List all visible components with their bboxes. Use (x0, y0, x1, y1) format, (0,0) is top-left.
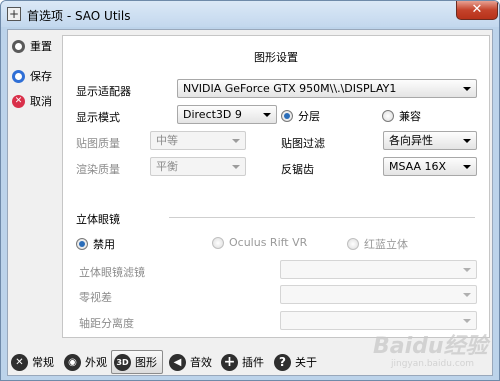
radio-stereo-disabled[interactable]: 禁用 (76, 236, 115, 252)
radio-dot-icon (281, 110, 293, 122)
display-mode-select[interactable]: Direct3D 9 (177, 105, 277, 124)
watermark-text: Baidu经验 (373, 334, 488, 359)
cancel-label: 取消 (30, 95, 52, 108)
texture-filter-label: 贴图过滤 (281, 137, 325, 150)
client-area: 重置 保存 ✕ 取消 图形设置 显示适配器 NVIDIA GeForce GTX… (7, 29, 493, 376)
reset-button[interactable]: 重置 (12, 38, 52, 54)
antialiasing-label: 反锯齿 (281, 163, 314, 176)
display-mode-label: 显示模式 (76, 111, 120, 124)
chevron-down-icon (463, 319, 471, 323)
texture-quality-label: 贴图质量 (76, 137, 120, 150)
3d-icon: 3D (114, 353, 131, 371)
chevron-down-icon (463, 293, 471, 297)
ipd-label: 轴距分离度 (79, 317, 134, 330)
speaker-icon: ◀ (169, 353, 186, 371)
tab-plugins-label: 插件 (242, 356, 264, 369)
radio-oculus-label: Oculus Rift VR (229, 236, 308, 249)
wrench-icon: ✕ (11, 353, 28, 371)
sidebar: 重置 保存 ✕ 取消 (8, 30, 63, 345)
chevron-down-icon (463, 139, 471, 143)
zero-parallax-label: 零视差 (79, 291, 112, 304)
chevron-down-icon (263, 113, 271, 117)
radio-stereo-disabled-label: 禁用 (93, 238, 115, 251)
radio-compatible-label: 兼容 (399, 110, 421, 123)
window-title: 首选项 - SAO Utils (27, 9, 131, 23)
title-bar[interactable]: + 首选项 - SAO Utils ✕ (1, 1, 499, 27)
plus-icon: + (221, 353, 238, 371)
tab-about[interactable]: ? 关于 (274, 350, 317, 374)
chevron-down-icon (463, 268, 471, 272)
tab-appearance[interactable]: ◉ 外观 (64, 350, 107, 374)
close-button[interactable]: ✕ (456, 1, 498, 20)
chevron-down-icon (463, 165, 471, 169)
cancel-icon: ✕ (12, 94, 25, 108)
texture-filter-select[interactable]: 各向异性 (383, 131, 477, 150)
panel-title: 图形设置 (254, 51, 298, 64)
stereo-filter-select[interactable] (280, 260, 477, 279)
tab-graphics-label: 图形 (135, 356, 157, 369)
radio-layered[interactable]: 分层 (281, 108, 320, 124)
stereo-section-label: 立体眼镜 (76, 213, 120, 226)
texture-filter-value: 各向异性 (389, 134, 433, 147)
app-icon: + (7, 7, 21, 21)
reset-icon (12, 39, 25, 53)
adapter-select[interactable]: NVIDIA GeForce GTX 950M\\.\DISPLAY1 (177, 79, 477, 98)
tab-plugins[interactable]: + 插件 (221, 350, 264, 374)
tab-general[interactable]: ✕ 常规 (11, 350, 54, 374)
save-icon (12, 69, 25, 83)
tab-graphics[interactable]: 3D 图形 (111, 350, 163, 374)
radio-dot-icon (212, 236, 224, 249)
radio-layered-label: 分层 (298, 110, 320, 123)
preferences-window: + 首选项 - SAO Utils ✕ 重置 保存 ✕ 取消 图形设置 显示适配… (0, 0, 500, 381)
radio-dot-icon (382, 110, 394, 122)
tab-general-label: 常规 (32, 356, 54, 369)
chevron-down-icon (232, 165, 240, 169)
radio-dot-icon (76, 238, 88, 250)
zero-parallax-select[interactable] (280, 285, 477, 304)
tab-appearance-label: 外观 (85, 356, 107, 369)
baidu-watermark: Baidu经验 jingyan.baidu.com (373, 335, 498, 379)
eye-icon: ◉ (64, 353, 81, 371)
tab-about-label: 关于 (295, 356, 317, 369)
render-quality-label: 渲染质量 (76, 163, 120, 176)
antialiasing-value: MSAA 16X (389, 160, 447, 173)
display-mode-value: Direct3D 9 (183, 108, 242, 121)
stereo-filter-label: 立体眼镜滤镜 (79, 266, 145, 279)
chevron-down-icon (463, 87, 471, 91)
render-quality-value: 平衡 (156, 160, 178, 173)
watermark-subtext: jingyan.baidu.com (391, 359, 475, 369)
radio-anaglyph[interactable]: 红蓝立体 (347, 236, 408, 252)
graphics-settings-panel: 图形设置 显示适配器 NVIDIA GeForce GTX 950M\\.\DI… (62, 35, 490, 338)
render-quality-select[interactable]: 平衡 (150, 157, 246, 176)
ipd-select[interactable] (280, 311, 477, 330)
radio-dot-icon (347, 238, 359, 250)
texture-quality-value: 中等 (156, 134, 178, 147)
adapter-value: NVIDIA GeForce GTX 950M\\.\DISPLAY1 (183, 82, 397, 95)
radio-anaglyph-label: 红蓝立体 (364, 238, 408, 251)
cancel-button[interactable]: ✕ 取消 (12, 93, 52, 109)
save-label: 保存 (30, 70, 52, 83)
tab-sound[interactable]: ◀ 音效 (169, 350, 212, 374)
section-divider (169, 217, 475, 218)
radio-oculus[interactable]: Oculus Rift VR (212, 236, 307, 249)
question-icon: ? (274, 353, 291, 371)
save-button[interactable]: 保存 (12, 68, 52, 84)
adapter-label: 显示适配器 (76, 85, 131, 98)
radio-compatible[interactable]: 兼容 (382, 108, 421, 124)
texture-quality-select[interactable]: 中等 (150, 131, 246, 150)
chevron-down-icon (232, 139, 240, 143)
tab-sound-label: 音效 (190, 356, 212, 369)
antialiasing-select[interactable]: MSAA 16X (383, 157, 477, 176)
reset-label: 重置 (30, 40, 52, 53)
